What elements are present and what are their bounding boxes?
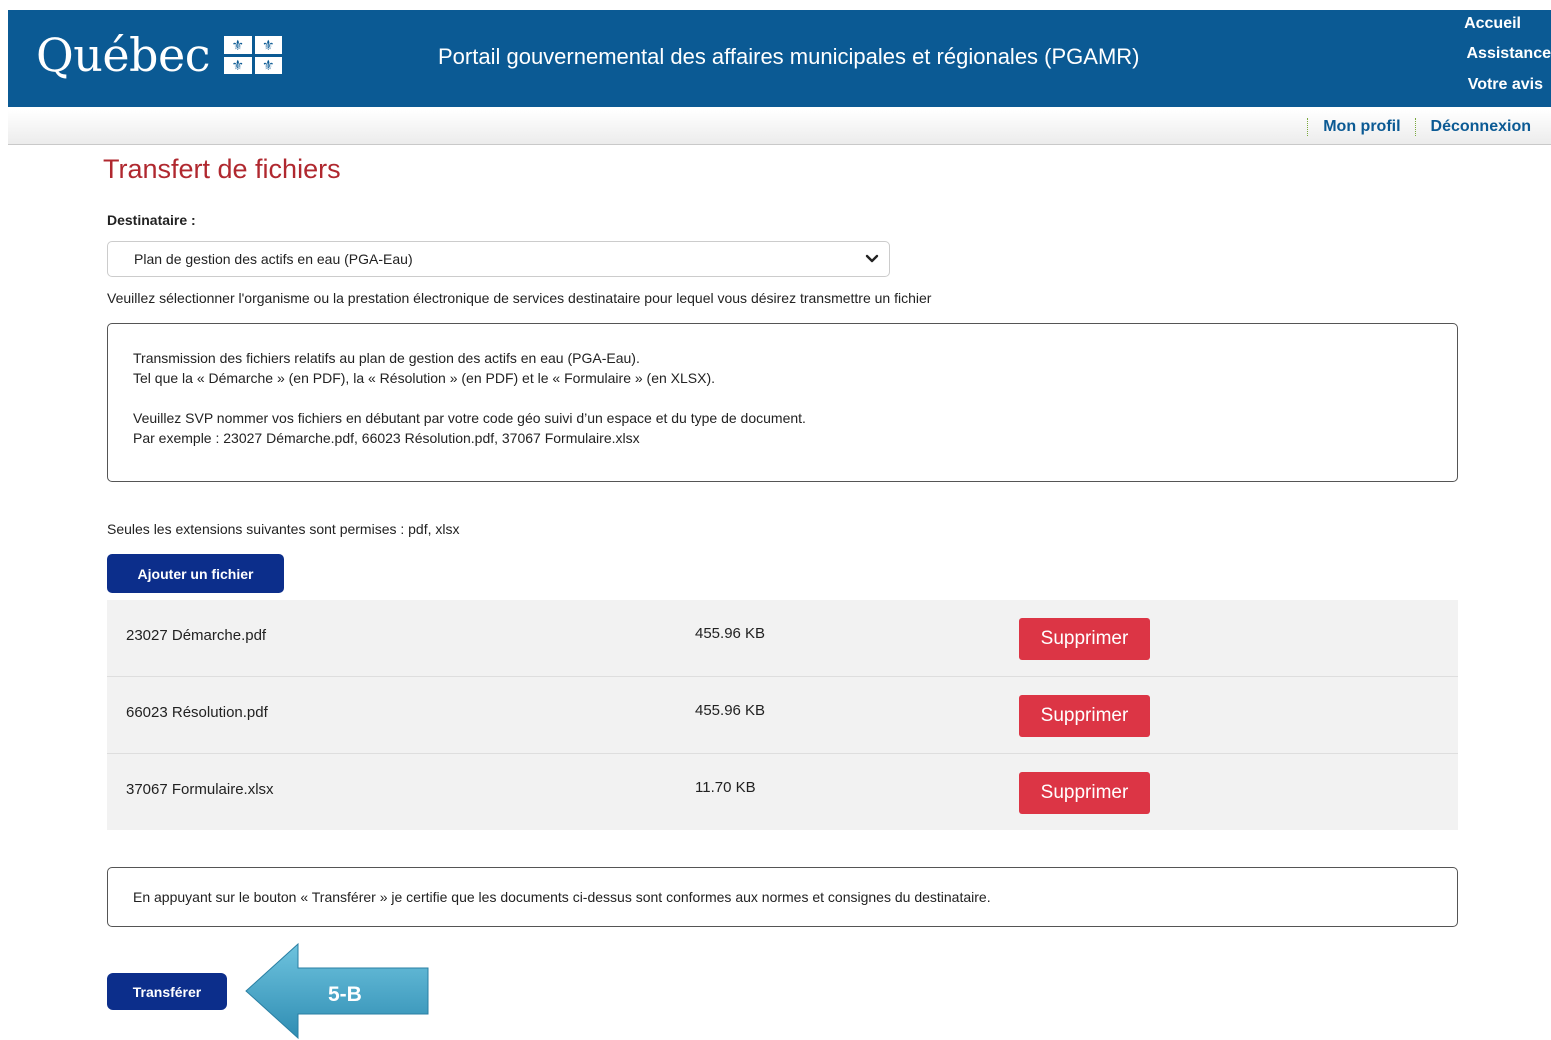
callout-label: 5-B	[328, 983, 362, 1007]
recipient-select[interactable]: Plan de gestion des actifs en eau (PGA-E…	[107, 241, 890, 277]
nav-accueil[interactable]: Accueil	[1464, 14, 1521, 34]
recipient-selected-value: Plan de gestion des actifs en eau (PGA-E…	[134, 251, 413, 267]
file-name: 66023 Résolution.pdf	[126, 704, 268, 721]
info-line: Tel que la « Démarche » (en PDF), la « R…	[133, 368, 1457, 388]
allowed-extensions-note: Seules les extensions suivantes sont per…	[107, 521, 460, 537]
user-nav: Mon profil Déconnexion	[1293, 110, 1531, 144]
info-line: Par exemple : 23027 Démarche.pdf, 66023 …	[133, 428, 1457, 448]
file-size: 11.70 KB	[695, 779, 756, 796]
delete-file-button[interactable]: Supprimer	[1019, 772, 1150, 814]
recipient-info-box: Transmission des fichiers relatifs au pl…	[107, 323, 1458, 482]
recipient-help-text: Veuillez sélectionner l'organisme ou la …	[107, 290, 931, 306]
fleur-de-lis-flag-icon: ⚜⚜⚜⚜	[224, 36, 282, 74]
info-line: Transmission des fichiers relatifs au pl…	[133, 348, 1457, 368]
logo-text: Québec	[36, 32, 210, 78]
nav-votre-avis[interactable]: Votre avis	[1468, 75, 1543, 95]
add-file-button[interactable]: Ajouter un fichier	[107, 554, 284, 593]
certification-text: En appuyant sur le bouton « Transférer »…	[133, 889, 991, 905]
recipient-label: Destinataire :	[107, 212, 196, 228]
file-name: 37067 Formulaire.xlsx	[126, 781, 274, 798]
top-nav: Accueil Assistance Votre avis	[1464, 12, 1551, 97]
portal-title: Portail gouvernemental des affaires muni…	[438, 44, 1140, 70]
file-list: 23027 Démarche.pdf 455.96 KB Supprimer 6…	[107, 600, 1458, 830]
logout-link[interactable]: Déconnexion	[1431, 118, 1531, 136]
certification-box: En appuyant sur le bouton « Transférer »…	[107, 867, 1458, 927]
file-name: 23027 Démarche.pdf	[126, 627, 266, 644]
header-banner: Québec ⚜⚜⚜⚜ Portail gouvernemental des a…	[8, 10, 1551, 107]
file-size: 455.96 KB	[695, 702, 765, 719]
transfer-button[interactable]: Transférer	[107, 973, 227, 1010]
profile-link[interactable]: Mon profil	[1323, 118, 1400, 136]
page-title: Transfert de fichiers	[103, 154, 341, 185]
delete-file-button[interactable]: Supprimer	[1019, 695, 1150, 737]
divider	[1415, 118, 1417, 136]
file-size: 455.96 KB	[695, 625, 765, 642]
info-line: Veuillez SVP nommer vos fichiers en débu…	[133, 408, 1457, 428]
file-row: 23027 Démarche.pdf 455.96 KB Supprimer	[107, 600, 1458, 677]
user-bar: Mon profil Déconnexion	[8, 110, 1551, 145]
divider	[1307, 118, 1309, 136]
delete-file-button[interactable]: Supprimer	[1019, 618, 1150, 660]
nav-assistance[interactable]: Assistance	[1467, 44, 1551, 64]
file-row: 66023 Résolution.pdf 455.96 KB Supprimer	[107, 677, 1458, 754]
chevron-down-icon	[863, 250, 881, 268]
quebec-logo[interactable]: Québec ⚜⚜⚜⚜	[36, 32, 282, 78]
file-row: 37067 Formulaire.xlsx 11.70 KB Supprimer	[107, 754, 1458, 830]
